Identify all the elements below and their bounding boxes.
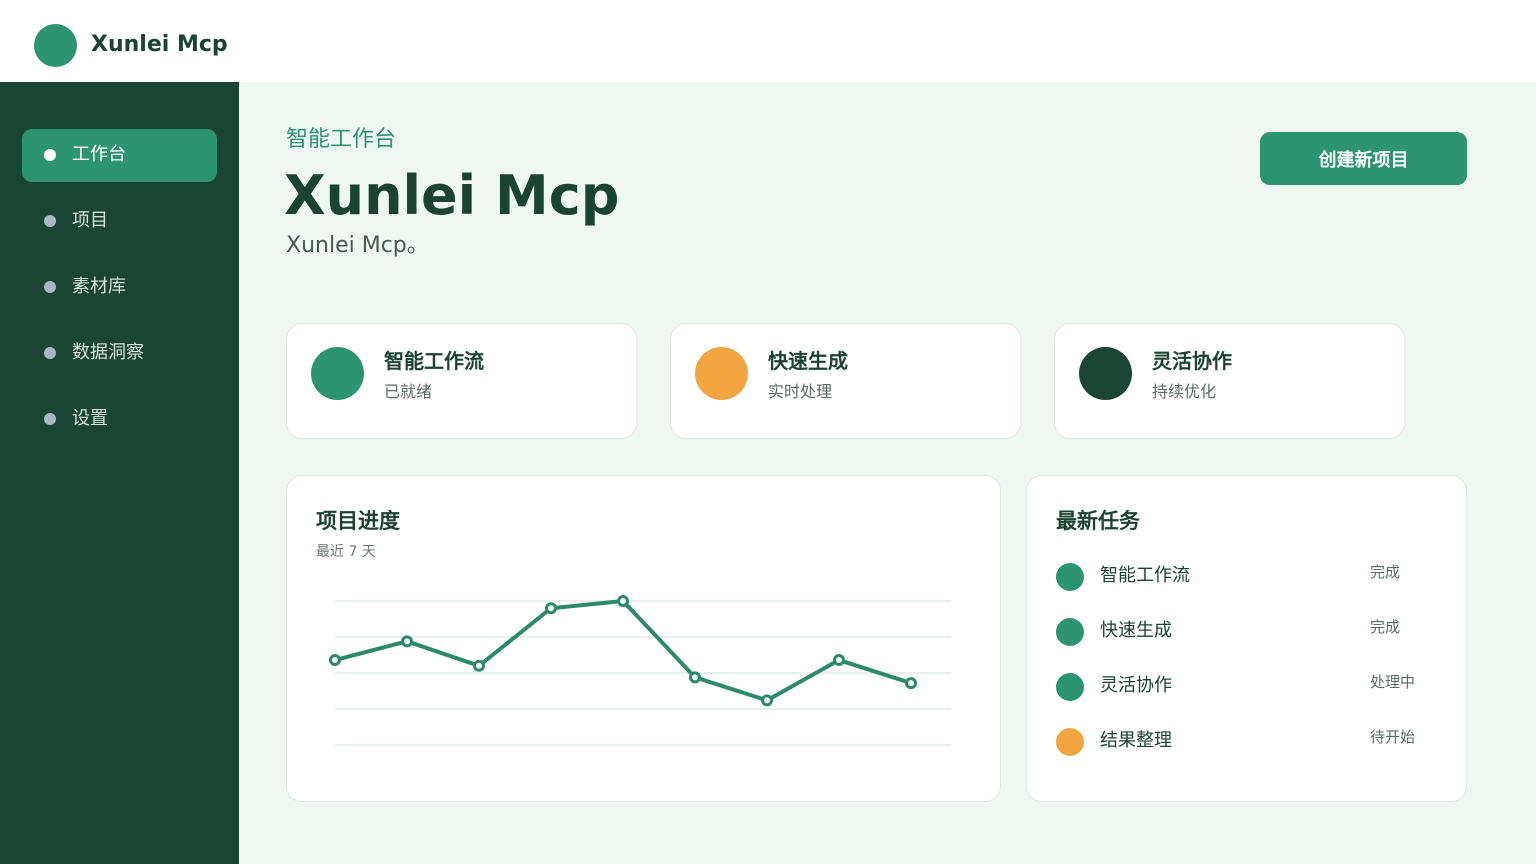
logo-icon	[34, 24, 77, 67]
progress-line-chart	[329, 595, 951, 746]
sidebar-item-label: 项目	[72, 210, 108, 231]
latest-tasks-panel: 最新任务 智能工作流 完成 快速生成 完成 灵活协作 处理中 结果整理 待开始	[1026, 475, 1467, 802]
status-circle-icon	[1079, 347, 1132, 400]
chart-point	[833, 654, 845, 667]
chart-point	[905, 677, 917, 690]
sidebar-item-label: 素材库	[72, 276, 126, 297]
stat-card-generation: 快速生成 实时处理	[670, 323, 1021, 439]
stat-card-workflow: 智能工作流 已就绪	[286, 323, 637, 439]
dot-icon	[44, 281, 56, 293]
sidebar-item-label: 工作台	[72, 144, 126, 165]
page-subtitle: Xunlei Mcp。	[286, 233, 429, 258]
task-status: 处理中	[1370, 673, 1416, 691]
sidebar-item-workbench[interactable]: 工作台	[22, 129, 217, 182]
chart-point	[689, 671, 701, 684]
stat-title: 快速生成	[768, 349, 848, 373]
status-circle-icon	[695, 347, 748, 400]
chart-point	[401, 635, 413, 648]
stat-subtitle: 持续优化	[1152, 382, 1217, 401]
chart-point	[545, 602, 557, 615]
dot-icon	[44, 413, 56, 425]
task-status: 待开始	[1370, 728, 1416, 746]
sidebar-item-assets[interactable]: 素材库	[22, 261, 217, 314]
sidebar-item-label: 数据洞察	[72, 342, 144, 363]
task-item[interactable]: 灵活协作 处理中	[1056, 672, 1436, 702]
task-status: 完成	[1370, 563, 1401, 581]
status-dot-icon	[1056, 563, 1084, 591]
status-dot-icon	[1056, 673, 1084, 701]
task-item[interactable]: 智能工作流 完成	[1056, 562, 1436, 592]
status-dot-icon	[1056, 618, 1084, 646]
panel-title: 最新任务	[1056, 509, 1140, 533]
stat-title: 灵活协作	[1152, 349, 1232, 373]
page-eyebrow: 智能工作台	[286, 127, 397, 152]
task-name: 灵活协作	[1100, 675, 1172, 696]
stat-subtitle: 已就绪	[384, 382, 433, 401]
chart-point	[473, 659, 485, 672]
task-item[interactable]: 快速生成 完成	[1056, 617, 1436, 647]
brand-name: Xunlei Mcp	[91, 32, 228, 57]
create-project-button[interactable]: 创建新项目	[1260, 132, 1467, 185]
status-circle-icon	[311, 347, 364, 400]
sidebar-item-insights[interactable]: 数据洞察	[22, 327, 217, 380]
project-progress-panel: 项目进度 最近 7 天	[286, 475, 1001, 802]
dot-icon	[44, 347, 56, 359]
stat-subtitle: 实时处理	[768, 382, 833, 401]
status-dot-icon	[1056, 728, 1084, 756]
top-bar: Xunlei Mcp	[0, 0, 1536, 82]
task-item[interactable]: 结果整理 待开始	[1056, 727, 1436, 757]
sidebar: 工作台 项目 素材库 数据洞察 设置	[0, 82, 239, 864]
task-status: 完成	[1370, 618, 1401, 636]
sidebar-item-settings[interactable]: 设置	[22, 393, 217, 446]
sidebar-item-label: 设置	[72, 408, 108, 429]
task-name: 智能工作流	[1100, 565, 1190, 586]
stat-card-collaboration: 灵活协作 持续优化	[1054, 323, 1405, 439]
stat-title: 智能工作流	[384, 349, 484, 373]
dot-icon	[44, 149, 56, 161]
sidebar-item-projects[interactable]: 项目	[22, 195, 217, 248]
chart-point	[761, 694, 773, 707]
chart-point	[617, 595, 629, 607]
chart-point	[329, 654, 341, 667]
dot-icon	[44, 215, 56, 227]
task-name: 快速生成	[1100, 620, 1172, 641]
chart-series-line	[333, 599, 913, 703]
page-title: Xunlei Mcp	[284, 164, 620, 227]
task-name: 结果整理	[1100, 730, 1172, 751]
